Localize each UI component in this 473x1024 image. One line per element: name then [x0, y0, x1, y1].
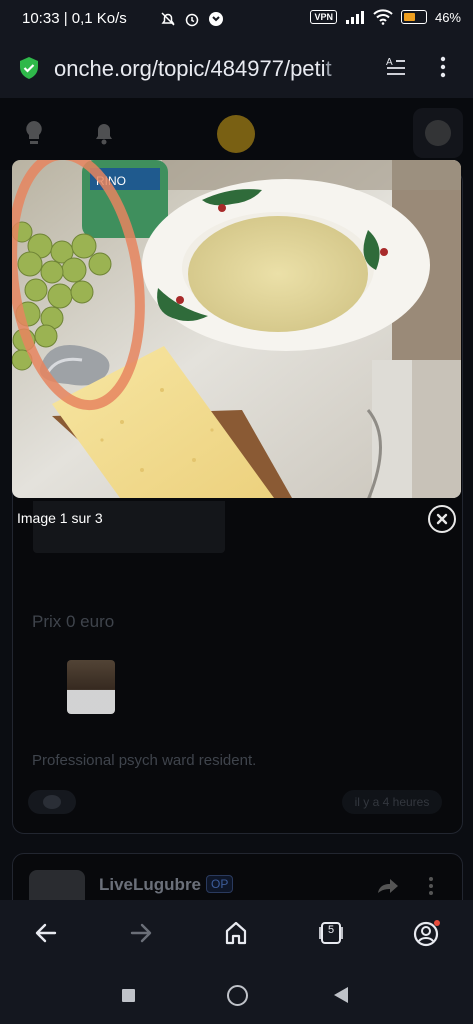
post-signature: Professional psych ward resident. [32, 752, 257, 769]
reader-mode-icon[interactable]: A [385, 56, 407, 78]
alarm-icon [185, 13, 199, 27]
image-counter: Image 1 sur 3 [17, 510, 103, 526]
post-text-price: Prix 0 euro [32, 612, 115, 631]
tabs-button[interactable]: 5 [319, 921, 343, 945]
share-icon [378, 879, 398, 893]
account-icon[interactable] [413, 920, 441, 948]
url-fade: t [325, 56, 332, 81]
system-nav-bar [0, 966, 473, 1024]
status-right-icons: VPN 46% [310, 9, 461, 25]
signal-icon [345, 11, 364, 24]
viewer-photo[interactable]: RINO [12, 160, 461, 498]
home-circle-icon[interactable] [227, 985, 248, 1006]
browser-url-bar: onche.org/topic/484977/petit A [0, 40, 473, 98]
post-more-icon [429, 877, 433, 895]
next-post-username: LiveLugubre [99, 875, 202, 894]
recents-square-icon[interactable] [122, 989, 135, 1002]
food-photo: RINO [12, 160, 461, 498]
back-arrow-icon[interactable] [35, 922, 57, 944]
bell-icon [96, 124, 112, 145]
close-icon [436, 513, 448, 525]
svg-text:A: A [386, 57, 393, 68]
browser-bottom-toolbar: 5 [0, 900, 473, 966]
close-viewer-button[interactable] [428, 505, 456, 533]
url-main: onche.org/topic/484977/peti [54, 56, 326, 81]
post-image-thumbnail [33, 501, 225, 553]
status-bar: 10:33 | 0,1 Ko/s VPN 46% [0, 0, 473, 40]
more-vert-icon[interactable] [438, 56, 448, 78]
post-sticker-image [67, 660, 115, 714]
back-triangle-icon[interactable] [334, 987, 348, 1003]
forward-arrow-icon[interactable] [130, 922, 152, 944]
secure-shield-icon[interactable] [18, 56, 40, 80]
status-notification-icons [160, 11, 224, 27]
home-icon[interactable] [225, 921, 247, 945]
wifi-icon [373, 9, 393, 25]
lightbulb-icon [26, 121, 42, 144]
bell-off-icon [161, 12, 175, 26]
reaction-button [28, 790, 76, 814]
vpn-badge: VPN [310, 10, 337, 24]
site-logo [217, 115, 255, 153]
tab-count: 5 [327, 924, 335, 936]
app-notification-icon [209, 12, 223, 26]
user-avatar-button [413, 108, 463, 158]
battery-percent: 46% [434, 9, 461, 25]
status-time: 10:33 | 0,1 Ko/s [22, 10, 127, 27]
post-timestamp: il y a 4 heures [342, 790, 442, 814]
battery-icon [400, 10, 427, 24]
op-badge: OP [206, 875, 234, 893]
url-text[interactable]: onche.org/topic/484977/petit [54, 56, 372, 82]
